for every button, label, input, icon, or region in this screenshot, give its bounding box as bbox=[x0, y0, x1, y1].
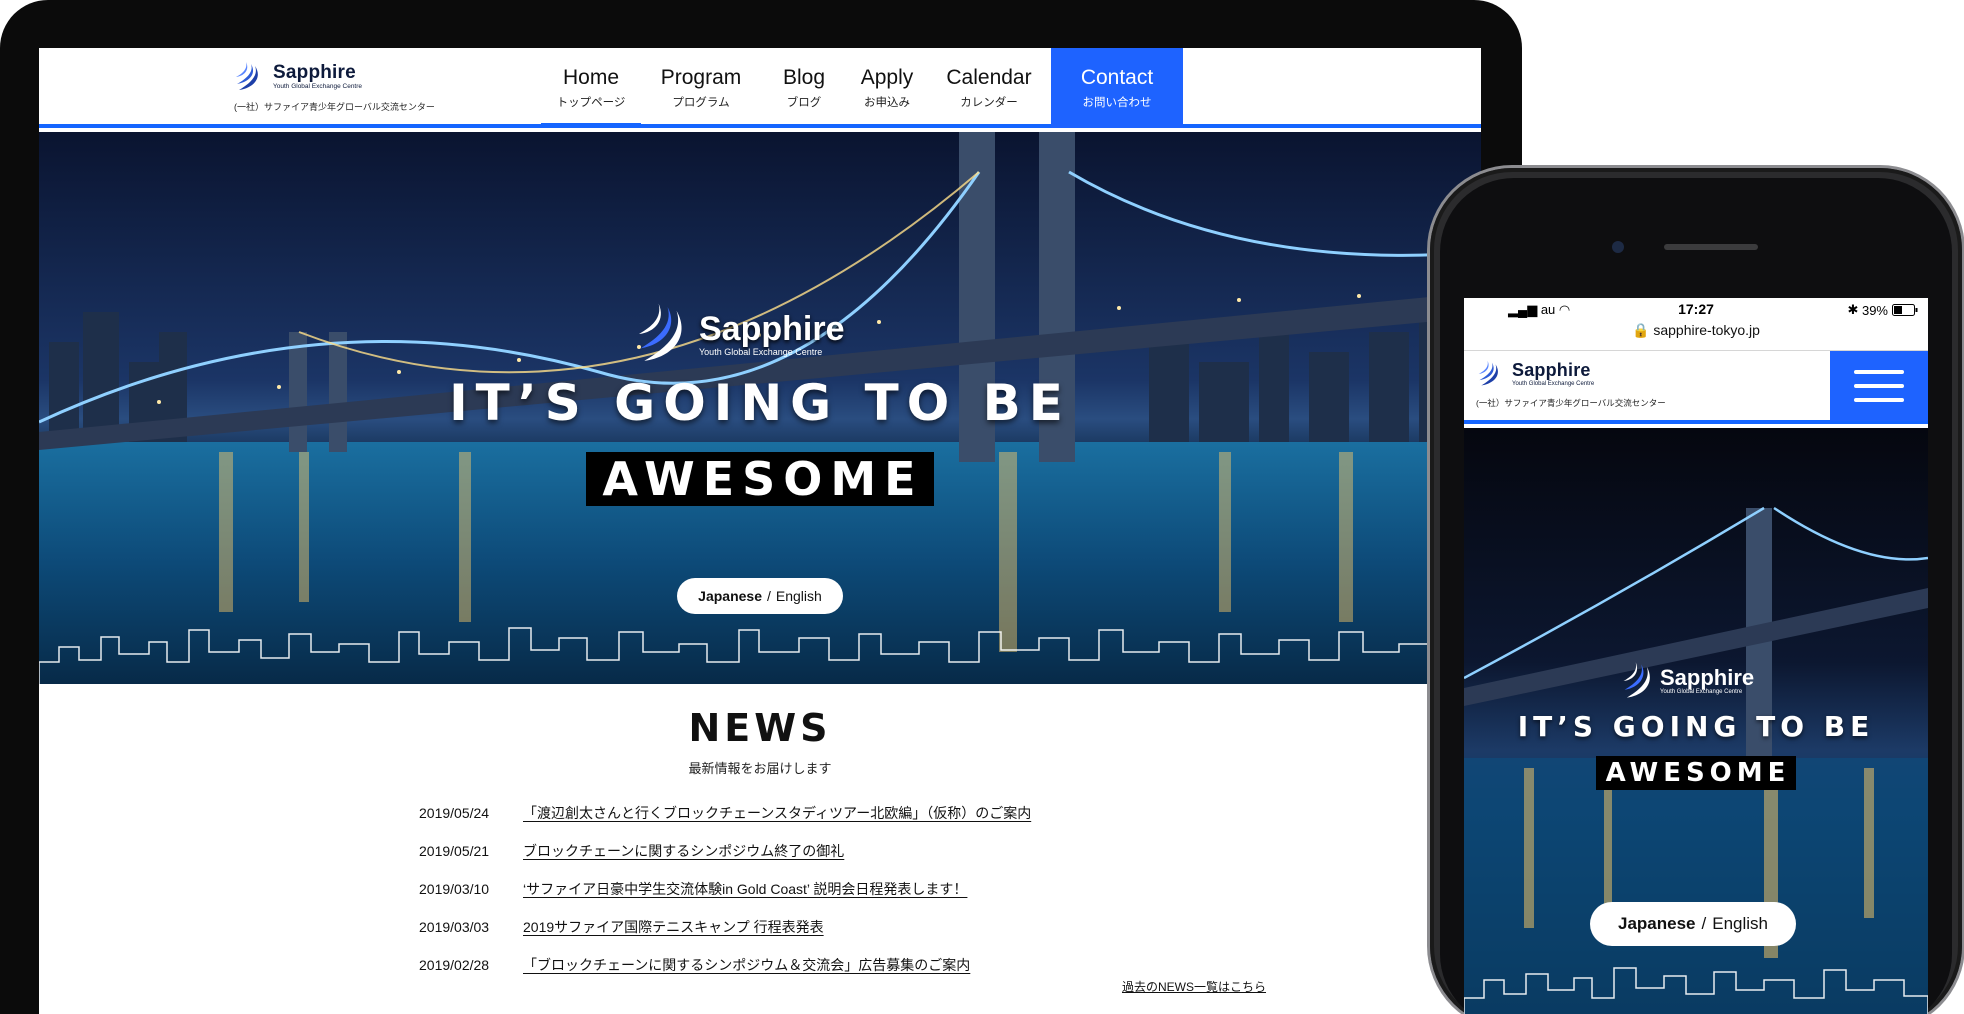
news-title: NEWS bbox=[688, 706, 832, 750]
main-nav: Home トップページ Program プログラム Blog ブログ Apply… bbox=[541, 48, 1183, 128]
nav-program[interactable]: Program プログラム bbox=[641, 48, 761, 128]
logo-tagline: Youth Global Exchange Centre bbox=[273, 83, 363, 91]
sapphire-logo-icon bbox=[638, 303, 682, 361]
mobile-language-switcher[interactable]: Japanese / English bbox=[1590, 902, 1796, 946]
hamburger-icon bbox=[1854, 370, 1904, 374]
lang-separator: / bbox=[767, 588, 771, 604]
hero-section: Sapphire Youth Global Exchange Centre IT… bbox=[39, 132, 1481, 684]
mobile-logo-tagline: Youth Global Exchange Centre bbox=[1512, 381, 1595, 387]
news-link[interactable]: 「ブロックチェーンに関するシンポジウム＆交流会」広告募集のご案内 bbox=[523, 955, 970, 975]
news-section: NEWS 最新情報をお届けします 2019/05/24 「渡辺創太さんと行くブロ… bbox=[39, 684, 1481, 1014]
nav-apply-label: Apply bbox=[860, 66, 914, 89]
news-date: 2019/03/03 bbox=[419, 919, 490, 935]
logo-subtitle: (一社）サファイア青少年グローバル交流センター bbox=[234, 102, 435, 112]
front-camera bbox=[1612, 241, 1624, 253]
nav-calendar[interactable]: Calendar カレンダー bbox=[927, 48, 1051, 128]
mobile-hero-logo-tagline: Youth Global Exchange Centre bbox=[1660, 689, 1743, 695]
news-date: 2019/05/21 bbox=[419, 843, 490, 859]
sapphire-logo-icon bbox=[1478, 360, 1498, 386]
mobile-lang-japanese[interactable]: Japanese bbox=[1618, 914, 1696, 934]
sapphire-logo-icon bbox=[1623, 662, 1650, 698]
mobile-hero-section: Sapphire Youth Global Exchange Centre IT… bbox=[1464, 428, 1928, 1014]
news-list: 2019/05/24 「渡辺創太さんと行くブロックチェーンスタディツアー北欧編」… bbox=[419, 794, 1099, 984]
nav-apply-sublabel: お申込み bbox=[864, 97, 910, 109]
nav-contact-sublabel: お問い合わせ bbox=[1082, 97, 1152, 109]
news-date: 2019/05/24 bbox=[419, 805, 490, 821]
mobile-logo-name: Sapphire bbox=[1512, 360, 1591, 380]
hero-logo-tagline: Youth Global Exchange Centre bbox=[699, 346, 823, 357]
composite-mockup: Sapphire Youth Global Exchange Centre (一… bbox=[0, 0, 1964, 1014]
news-subtitle: 最新情報をお届けします bbox=[688, 761, 832, 776]
logo-name: Sapphire bbox=[273, 62, 356, 84]
status-bar: ▂▄▆ au ◠ 17:27 ✱ 39% bbox=[1464, 298, 1928, 320]
mobile-hero-logo: Sapphire Youth Global Exchange Centre bbox=[1620, 660, 1754, 702]
news-link[interactable]: 「渡辺創太さんと行くブロックチェーンスタディツアー北欧編」（仮称）のご案内 bbox=[523, 803, 1031, 823]
mobile-logo-subtitle: (一社）サファイア青少年グローバル交流センター bbox=[1476, 398, 1666, 408]
news-date: 2019/02/28 bbox=[419, 957, 490, 973]
hero-headline: IT’S GOING TO BE bbox=[449, 374, 1071, 432]
nav-home-label: Home bbox=[562, 66, 620, 89]
mobile-site-header: Sapphire Youth Global Exchange Centre (一… bbox=[1464, 350, 1928, 424]
lang-japanese[interactable]: Japanese bbox=[698, 588, 762, 604]
phone-screen: ▂▄▆ au ◠ 17:27 ✱ 39% 🔒 sapphire-tokyo.jp bbox=[1464, 298, 1928, 1014]
news-item: 2019/05/21 ブロックチェーンに関するシンポジウム終了の御礼 bbox=[419, 832, 1099, 870]
nav-calendar-label: Calendar bbox=[946, 66, 1032, 89]
hero-logo: Sapphire Youth Global Exchange Centre bbox=[633, 300, 844, 368]
nav-blog-sublabel: ブログ bbox=[786, 97, 822, 109]
mobile-lang-separator: / bbox=[1701, 914, 1707, 933]
mobile-hero-logo-name: Sapphire bbox=[1660, 665, 1755, 690]
nav-program-sublabel: プログラム bbox=[672, 97, 730, 109]
sapphire-logo-icon bbox=[236, 62, 258, 90]
mobile-hero-headline: IT’S GOING TO BE bbox=[1517, 710, 1875, 743]
nav-program-label: Program bbox=[660, 66, 742, 89]
bluetooth-icon: ✱ bbox=[1847, 302, 1862, 317]
site-header: Sapphire Youth Global Exchange Centre (一… bbox=[39, 48, 1481, 128]
news-item: 2019/05/24 「渡辺創太さんと行くブロックチェーンスタディツアー北欧編」… bbox=[419, 794, 1099, 832]
nav-blog-label: Blog bbox=[782, 66, 826, 89]
nav-calendar-sublabel: カレンダー bbox=[960, 97, 1018, 109]
nav-contact[interactable]: Contact お問い合わせ bbox=[1051, 48, 1183, 128]
lang-english[interactable]: English bbox=[776, 588, 822, 604]
news-link[interactable]: 2019サファイア国際テニスキャンプ 行程表発表 bbox=[523, 917, 824, 937]
address-bar[interactable]: 🔒 sapphire-tokyo.jp bbox=[1464, 322, 1928, 339]
status-battery: ✱ 39% bbox=[1847, 302, 1918, 318]
news-archive-link[interactable]: 過去のNEWS一覧はこちら bbox=[1122, 978, 1266, 995]
news-link[interactable]: ‘サファイア日豪中学生交流体験in Gold Coast’ 説明会日程発表します… bbox=[523, 879, 967, 899]
mobile-site-logo[interactable]: Sapphire Youth Global Exchange Centre bbox=[1476, 359, 1594, 389]
lock-icon: 🔒 bbox=[1632, 322, 1650, 338]
site-logo[interactable]: Sapphire Youth Global Exchange Centre bbox=[233, 60, 362, 94]
earpiece-speaker bbox=[1664, 244, 1758, 250]
news-link[interactable]: ブロックチェーンに関するシンポジウム終了の御礼 bbox=[523, 841, 844, 861]
hero-logo-name: Sapphire bbox=[699, 309, 845, 348]
news-item: 2019/03/10 ‘サファイア日豪中学生交流体験in Gold Coast’… bbox=[419, 870, 1099, 908]
battery-icon bbox=[1892, 304, 1918, 316]
language-switcher[interactable]: Japanese / English bbox=[677, 578, 843, 614]
mobile-hero-headline-highlight: AWESOME bbox=[1595, 756, 1797, 790]
news-date: 2019/03/10 bbox=[419, 881, 490, 897]
hero-headline-highlight: AWESOME bbox=[586, 452, 934, 506]
nav-contact-label: Contact bbox=[1080, 66, 1154, 89]
news-item: 2019/02/28 「ブロックチェーンに関するシンポジウム＆交流会」広告募集の… bbox=[419, 946, 1099, 984]
desktop-screen: Sapphire Youth Global Exchange Centre (一… bbox=[39, 48, 1481, 1014]
mobile-lang-english[interactable]: English bbox=[1712, 914, 1768, 934]
hamburger-menu-button[interactable] bbox=[1830, 351, 1928, 421]
address-url: sapphire-tokyo.jp bbox=[1653, 322, 1760, 338]
nav-apply[interactable]: Apply お申込み bbox=[847, 48, 927, 128]
nav-home[interactable]: Home トップページ bbox=[541, 48, 641, 128]
battery-percent: 39% bbox=[1861, 302, 1888, 318]
nav-home-sublabel: トップページ bbox=[556, 97, 626, 109]
nav-blog[interactable]: Blog ブログ bbox=[761, 48, 847, 128]
news-item: 2019/03/03 2019サファイア国際テニスキャンプ 行程表発表 bbox=[419, 908, 1099, 946]
